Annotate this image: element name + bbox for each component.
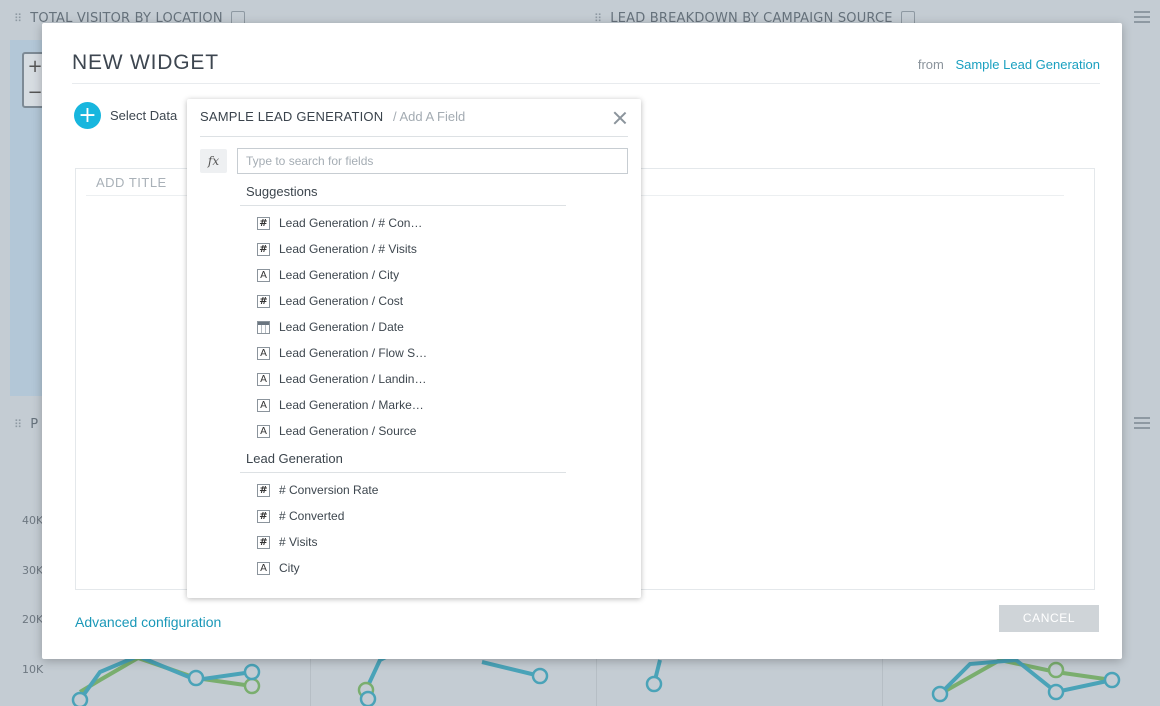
add-title-field[interactable]: ADD TITLE: [96, 175, 167, 190]
text-field-icon: A: [257, 424, 270, 438]
chart-point: [1103, 671, 1121, 689]
add-field-popup: SAMPLE LEAD GENERATION / Add A Field fx …: [187, 99, 641, 598]
field-group-title: Lead Generation: [246, 451, 343, 466]
field-item-label: # Conversion Rate: [279, 483, 379, 497]
number-field-icon: #: [257, 242, 270, 256]
number-field-icon: #: [257, 294, 270, 308]
datasource-link[interactable]: Sample Lead Generation: [955, 57, 1100, 72]
chart-point: [1047, 661, 1065, 679]
field-item[interactable]: # # Conversion Rate: [257, 480, 378, 500]
field-item[interactable]: A Lead Generation / Flow S…: [257, 343, 427, 363]
field-item-label: Lead Generation / Marke…: [279, 398, 424, 412]
field-item-label: Lead Generation / Flow S…: [279, 346, 428, 360]
add-circle-icon[interactable]: +: [74, 102, 101, 129]
field-group-title: Suggestions: [246, 184, 318, 199]
from-label: from: [917, 57, 944, 72]
field-item[interactable]: # # Converted: [257, 506, 344, 526]
text-field-icon: A: [257, 561, 270, 575]
popup-datasource-name: SAMPLE LEAD GENERATION: [200, 109, 384, 124]
field-item-label: # Converted: [279, 509, 345, 523]
field-item[interactable]: # Lead Generation / Cost: [257, 291, 403, 311]
field-item-label: City: [279, 561, 300, 575]
field-search-input[interactable]: [237, 148, 628, 174]
chart-point: [71, 691, 89, 706]
field-item-label: Lead Generation / City: [279, 268, 400, 282]
field-item[interactable]: A Lead Generation / City: [257, 265, 399, 285]
text-field-icon: A: [257, 372, 270, 386]
chart-point: [243, 663, 261, 681]
text-field-icon: A: [257, 398, 270, 412]
field-item[interactable]: # Lead Generation / # Visits: [257, 239, 417, 259]
field-item[interactable]: A Lead Generation / Landin…: [257, 369, 426, 389]
chart-point: [931, 685, 949, 703]
chart-point: [645, 675, 663, 693]
field-item[interactable]: # Lead Generation / # Con…: [257, 213, 422, 233]
field-item-label: Lead Generation / # Con…: [279, 216, 423, 230]
field-group-divider: [240, 472, 566, 473]
chart-point: [187, 669, 205, 687]
field-item[interactable]: A Lead Generation / Source: [257, 421, 416, 441]
date-field-icon: [257, 320, 270, 334]
advanced-configuration-link[interactable]: Advanced configuration: [75, 614, 221, 630]
header-divider: [72, 83, 1100, 84]
field-list: Suggestions # Lead Generation / # Con… # Lea…: [187, 179, 641, 598]
number-field-icon: #: [257, 216, 270, 230]
field-item-label: Lead Generation / Landin…: [279, 372, 427, 386]
field-item-label: Lead Generation / Source: [279, 424, 417, 438]
chart-point: [531, 667, 549, 685]
popup-header: SAMPLE LEAD GENERATION / Add A Field: [200, 109, 465, 124]
popup-subtitle: / Add A Field: [392, 109, 466, 124]
number-field-icon: #: [257, 509, 270, 523]
chart-point: [243, 677, 261, 695]
text-field-icon: A: [257, 346, 270, 360]
datasource-info: from Sample Lead Generation: [918, 57, 1100, 72]
select-data-button[interactable]: + Select Data: [74, 102, 177, 129]
close-icon[interactable]: [613, 111, 627, 125]
field-item[interactable]: A City: [257, 558, 300, 578]
select-data-label: Select Data: [110, 108, 178, 123]
cancel-button[interactable]: CANCEL: [999, 605, 1099, 632]
number-field-icon: #: [257, 535, 270, 549]
modal-title: NEW WIDGET: [72, 51, 219, 74]
popup-header-divider: [200, 136, 628, 137]
field-item-label: Lead Generation / # Visits: [279, 242, 417, 256]
field-item-label: Lead Generation / Cost: [279, 294, 404, 308]
field-item[interactable]: A Lead Generation / Marke…: [257, 395, 424, 415]
formula-button[interactable]: fx: [200, 149, 227, 173]
field-item-label: Lead Generation / Date: [279, 320, 404, 334]
field-item-label: # Visits: [279, 535, 318, 549]
chart-point: [1047, 683, 1065, 701]
field-item[interactable]: # # Visits: [257, 532, 317, 552]
text-field-icon: A: [257, 268, 270, 282]
number-field-icon: #: [257, 483, 270, 497]
chart-point: [359, 690, 377, 706]
chart-series-line: [481, 660, 541, 678]
field-group-divider: [240, 205, 566, 206]
chart-series-line: [939, 657, 1113, 696]
field-item[interactable]: Lead Generation / Date: [257, 317, 404, 337]
